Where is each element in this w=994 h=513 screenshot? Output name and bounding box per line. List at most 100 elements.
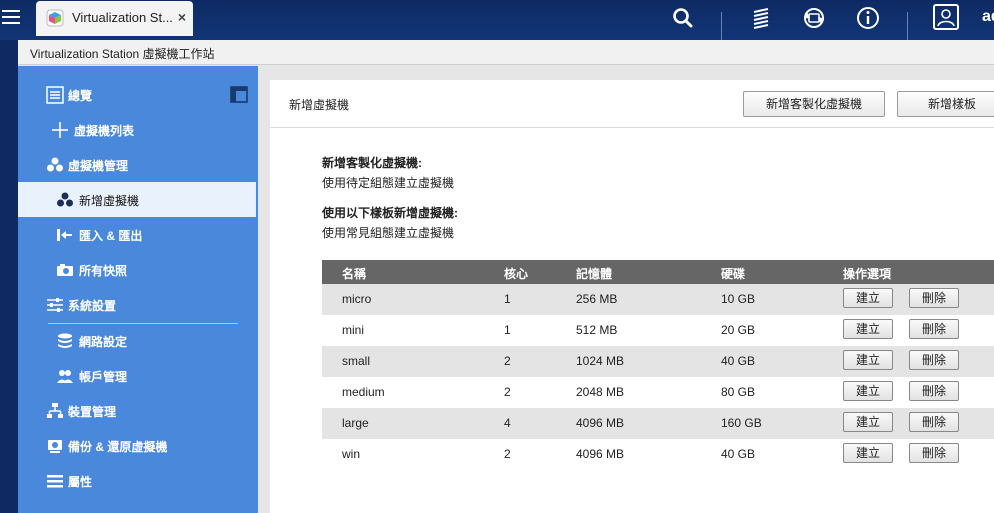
sidebar-item-accounts[interactable]: 帳戶管理 [18, 358, 256, 393]
vm-cluster-icon [57, 192, 73, 207]
delete-button[interactable]: 刪除 [909, 443, 959, 463]
sidebar-item-label: 虛擬機列表 [74, 124, 135, 138]
column-header-disk[interactable]: 硬碟 [721, 265, 745, 282]
cell-name: micro [342, 292, 372, 306]
backup-icon [48, 440, 62, 453]
table-header: 名稱 核心 記憶體 硬碟 操作選項 [322, 260, 994, 284]
delete-button[interactable]: 刪除 [909, 412, 959, 432]
sidebar-item-vm-management[interactable]: 虛擬機管理 [18, 147, 256, 182]
table-row: medium 2 2048 MB 80 GB 建立 刪除 [322, 377, 994, 408]
table-row: mini 1 512 MB 20 GB 建立 刪除 [322, 315, 994, 346]
column-header-cores[interactable]: 核心 [504, 265, 528, 282]
layout-icon[interactable] [230, 86, 248, 104]
app-tab[interactable]: Virtualization St... × [36, 1, 193, 36]
menu-icon[interactable] [0, 6, 22, 30]
template-description: 使用常見組態建立虛擬機 [322, 226, 455, 240]
cell-memory: 4096 MB [576, 416, 625, 430]
info-icon[interactable] [855, 5, 881, 31]
template-heading: 使用以下樣板新增虛擬機: [322, 206, 458, 220]
user-avatar-icon[interactable] [933, 4, 959, 30]
cell-cores: 2 [504, 354, 511, 368]
vm-cluster-icon [47, 157, 63, 172]
sidebar-item-network[interactable]: 網路設定 [18, 323, 256, 358]
table-row: large 4 4096 MB 160 GB 建立 刪除 [322, 408, 994, 439]
sidebar-item-devices[interactable]: 裝置管理 [18, 393, 256, 428]
cell-disk: 40 GB [721, 447, 756, 461]
delete-button[interactable]: 刪除 [909, 381, 959, 401]
cell-cores: 1 [504, 323, 511, 337]
cell-memory: 1024 MB [576, 354, 625, 368]
custom-vm-description: 使用待定組態建立虛擬機 [322, 176, 455, 190]
cell-disk: 10 GB [721, 292, 756, 306]
tasks-icon[interactable] [748, 5, 774, 31]
delete-button[interactable]: 刪除 [909, 350, 959, 370]
sidebar-item-properties[interactable]: 屬性 [18, 463, 256, 498]
sidebar-item-label: 虛擬機管理 [68, 159, 129, 173]
delete-button[interactable]: 刪除 [909, 319, 959, 339]
table-row: small 2 1024 MB 40 GB 建立 刪除 [322, 346, 994, 377]
cell-memory: 256 MB [576, 292, 618, 306]
search-icon[interactable] [670, 5, 696, 31]
cell-memory: 512 MB [576, 323, 618, 337]
sidebar-item-label: 新增虛擬機 [79, 194, 140, 208]
sidebar-item-label: 屬性 [68, 475, 93, 489]
table-row: micro 1 256 MB 10 GB 建立 刪除 [322, 284, 994, 315]
network-icon [58, 333, 72, 348]
settings-sliders-icon [47, 298, 63, 312]
create-button[interactable]: 建立 [843, 381, 893, 401]
cell-disk: 40 GB [721, 354, 756, 368]
sidebar-item-vm-list[interactable]: 虛擬機列表 [18, 112, 256, 147]
cell-name: win [342, 447, 361, 461]
create-button[interactable]: 建立 [843, 350, 893, 370]
sidebar-item-label: 網路設定 [79, 335, 128, 349]
delete-button[interactable]: 刪除 [909, 288, 959, 308]
sidebar-item-label: 所有快照 [79, 264, 128, 278]
cell-disk: 80 GB [721, 385, 756, 399]
add-template-button[interactable]: 新增樣板 [897, 91, 994, 117]
sidebar-item-label: 匯入 & 匯出 [79, 229, 143, 243]
username[interactable]: ad [982, 8, 994, 26]
virtualization-station-icon [46, 9, 64, 27]
cell-name: small [342, 354, 371, 368]
cell-name: medium [342, 385, 385, 399]
column-header-memory[interactable]: 記憶體 [576, 265, 612, 282]
plus-icon [52, 122, 68, 138]
sidebar-item-label: 帳戶管理 [79, 370, 128, 384]
sidebar-item-add-vm[interactable]: 新增虛擬機 [18, 182, 256, 217]
column-header-actions: 操作選項 [843, 267, 892, 281]
device-tree-icon [47, 403, 63, 418]
sidebar-item-backup-restore[interactable]: 備份 & 還原虛擬機 [18, 428, 256, 463]
sidebar-item-label: 系統設置 [68, 299, 117, 313]
sidebar-item-import-export[interactable]: 匯入 & 匯出 [18, 217, 256, 252]
column-header-name[interactable]: 名稱 [342, 265, 366, 282]
cell-cores: 1 [504, 292, 511, 306]
table-row: win 2 4096 MB 40 GB 建立 刪除 [322, 439, 994, 470]
cell-cores: 4 [504, 416, 511, 430]
page-title: 新增虛擬機 [289, 98, 350, 112]
create-button[interactable]: 建立 [843, 412, 893, 432]
sidebar-item-label: 裝置管理 [68, 405, 117, 419]
sidebar-item-snapshots[interactable]: 所有快照 [18, 252, 256, 287]
main-panel: 新增虛擬機 新增客製化虛擬機 新增樣板 新增客製化虛擬機: 使用待定組態建立虛擬… [270, 80, 994, 513]
cell-disk: 160 GB [721, 416, 762, 430]
cell-cores: 2 [504, 447, 511, 461]
top-bar: Virtualization St... × ad [0, 0, 994, 40]
sidebar-item-system-settings[interactable]: 系統設置 [18, 287, 256, 322]
sidebar-item-label: 總覽 [68, 89, 93, 103]
custom-vm-heading: 新增客製化虛擬機: [322, 156, 422, 170]
overview-icon [46, 86, 64, 104]
close-icon[interactable]: × [178, 9, 186, 25]
main-header: 新增虛擬機 新增客製化虛擬機 新增樣板 [270, 80, 994, 128]
create-button[interactable]: 建立 [843, 319, 893, 339]
sidebar: 總覽 虛擬機列表 虛擬機管理 新增虛擬機 匯入 & 匯出 所有快照 系統設置 網… [18, 66, 258, 513]
cell-memory: 4096 MB [576, 447, 625, 461]
create-button[interactable]: 建立 [843, 288, 893, 308]
add-custom-vm-button[interactable]: 新增客製化虛擬機 [743, 91, 885, 117]
sync-icon[interactable] [801, 5, 827, 31]
tab-title: Virtualization St... [72, 10, 173, 25]
cell-memory: 2048 MB [576, 385, 625, 399]
topbar-divider [907, 12, 908, 40]
sidebar-item-overview[interactable]: 總覽 [18, 77, 256, 112]
cell-disk: 20 GB [721, 323, 756, 337]
create-button[interactable]: 建立 [843, 443, 893, 463]
